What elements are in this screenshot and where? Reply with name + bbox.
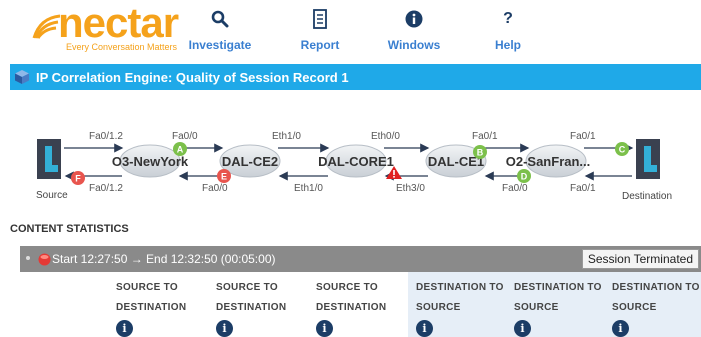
nav-report-label: Report [300, 38, 340, 52]
session-time-range: Start 12:27:50 → End 12:32:50 (00:05:00) [52, 252, 276, 266]
column-destination-to-source-3: DESTINATION TO SOURCE i [604, 272, 701, 337]
column-header: SOURCE TO DESTINATION [216, 282, 287, 313]
logo-wordmark: nectar [58, 0, 179, 46]
column-header: SOURCE TO DESTINATION [116, 282, 187, 313]
port-label-bottom-1: Fa0/1.2 [89, 183, 123, 194]
nav-help[interactable]: ? Help [488, 0, 528, 62]
window-title-bar: IP Correlation Engine: Quality of Sessio… [10, 64, 701, 90]
router-name-2: DAL-CE2 [222, 154, 278, 169]
logo-tagline: Every Conversation Matters [66, 42, 178, 52]
port-label-bottom-2: Fa0/0 [202, 183, 228, 194]
router-name-5: O2-SanFran... [506, 154, 591, 169]
network-path-diagram: Source Destination Fa0/1.2 Fa0/0 Eth1/0 … [0, 112, 701, 212]
record-icon [38, 253, 51, 266]
port-label-top-2: Fa0/0 [172, 131, 198, 142]
expand-bullet-icon [26, 256, 30, 260]
window-title: IP Correlation Engine: Quality of Sessio… [36, 69, 349, 85]
content-statistics-title: CONTENT STATISTICS [10, 223, 129, 235]
direction-columns: SOURCE TO DESTINATION i SOURCE TO DESTINAT… [20, 272, 701, 337]
cube-icon [15, 70, 29, 84]
column-destination-to-source-2: DESTINATION TO SOURCE i [506, 272, 604, 337]
session-terminated-button[interactable]: Session Terminated [581, 249, 699, 269]
destination-endpoint[interactable] [636, 139, 660, 179]
column-source-to-destination-3: SOURCE TO DESTINATION i [308, 272, 408, 337]
column-header: SOURCE TO DESTINATION [316, 282, 387, 313]
port-label-top-4: Eth0/0 [371, 131, 400, 142]
router-name-1: O3-NewYork [112, 154, 189, 169]
nav-report[interactable]: Report [292, 0, 348, 62]
port-label-top-5: Fa0/1 [472, 131, 498, 142]
svg-text:C: C [619, 145, 626, 155]
source-endpoint[interactable] [37, 139, 61, 179]
column-header: DESTINATION TO SOURCE [514, 282, 602, 313]
nav-windows[interactable]: Windows [385, 0, 443, 62]
badge-a[interactable]: A [173, 142, 187, 156]
top-navigation: nectar Every Conversation Matters Invest… [0, 0, 701, 62]
port-label-top-1: Fa0/1.2 [89, 131, 123, 142]
column-header: DESTINATION TO SOURCE [612, 282, 700, 313]
session-header-row[interactable]: Start 12:27:50 → End 12:32:50 (00:05:00)… [20, 246, 701, 272]
report-icon [313, 8, 327, 30]
svg-text:A: A [177, 145, 184, 155]
svg-text:E: E [221, 172, 227, 182]
badge-c[interactable]: C [615, 142, 629, 156]
nav-investigate[interactable]: Investigate [185, 0, 255, 62]
port-label-top-3: Eth1/0 [272, 131, 301, 142]
badge-d[interactable]: D [517, 169, 531, 183]
row-label-column [20, 272, 108, 337]
nav-investigate-label: Investigate [188, 38, 252, 52]
svg-text:F: F [75, 174, 81, 184]
search-icon [211, 8, 229, 30]
router-name-3: DAL-CORE1 [318, 154, 394, 169]
badge-f[interactable]: F [71, 171, 85, 185]
nectar-logo[interactable]: nectar Every Conversation Matters [32, 0, 182, 54]
source-label: Source [36, 190, 68, 201]
info-icon[interactable]: i [416, 320, 433, 337]
session-statistics-grid: Start 12:27:50 → End 12:32:50 (00:05:00)… [20, 246, 701, 337]
svg-text:D: D [521, 172, 528, 182]
info-icon[interactable]: i [316, 320, 333, 337]
nav-help-label: Help [494, 38, 521, 52]
question-icon: ? [503, 10, 513, 27]
badge-e[interactable]: E [217, 169, 231, 183]
info-icon [405, 8, 423, 30]
column-destination-to-source-1: DESTINATION TO SOURCE i [408, 272, 506, 337]
port-label-bottom-4: Eth3/0 [396, 183, 425, 194]
port-label-bottom-3: Eth1/0 [294, 183, 323, 194]
nav-windows-label: Windows [387, 38, 441, 52]
info-icon[interactable]: i [116, 320, 133, 337]
info-icon[interactable]: i [612, 320, 629, 337]
info-icon[interactable]: i [514, 320, 531, 337]
column-header: DESTINATION TO SOURCE [416, 282, 504, 313]
svg-text:B: B [477, 148, 484, 158]
column-source-to-destination-2: SOURCE TO DESTINATION i [208, 272, 308, 337]
port-label-bottom-5: Fa0/0 [502, 183, 528, 194]
badge-b[interactable]: B [473, 145, 487, 159]
port-label-bottom-6: Fa0/1 [570, 183, 596, 194]
port-label-top-6: Fa0/1 [570, 131, 596, 142]
path-diagram-svg: Source Destination Fa0/1.2 Fa0/0 Eth1/0 … [36, 131, 672, 202]
destination-label: Destination [622, 191, 672, 202]
column-source-to-destination-1: SOURCE TO DESTINATION i [108, 272, 208, 337]
info-icon[interactable]: i [216, 320, 233, 337]
